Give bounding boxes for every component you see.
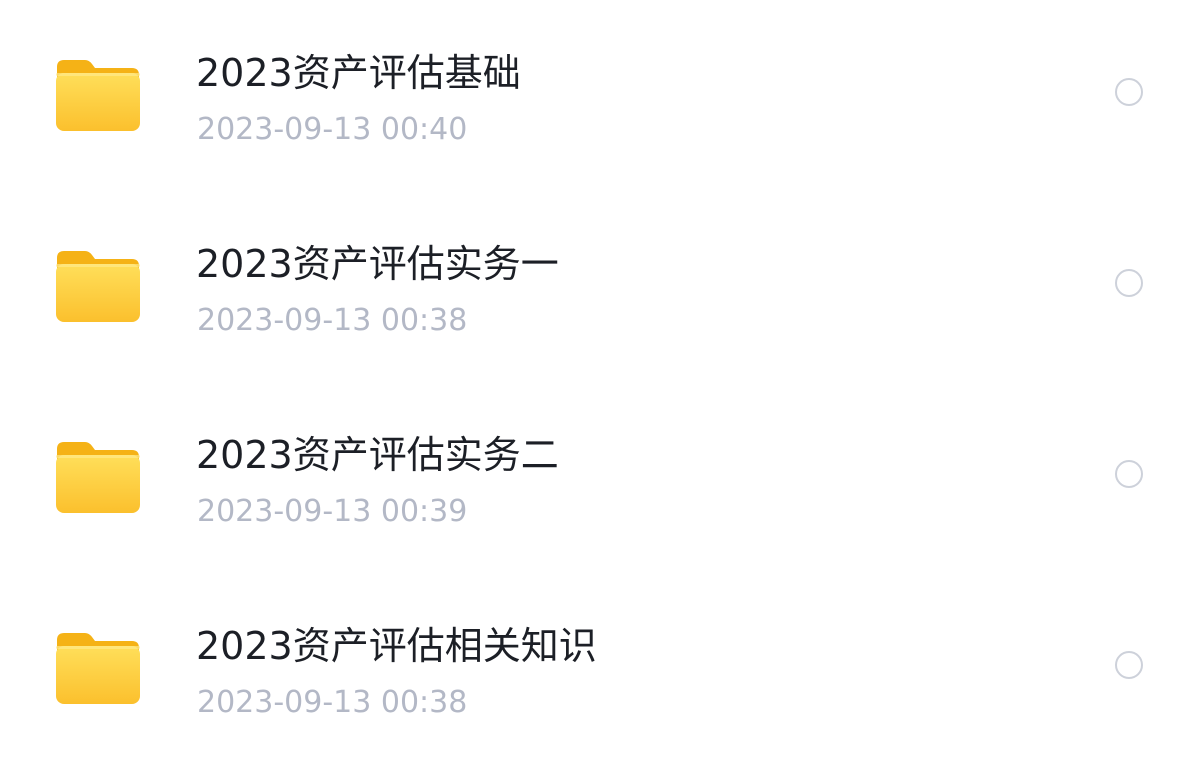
list-item[interactable]: 2023资产评估基础 2023-09-13 00:40	[0, 0, 1192, 190]
select-radio[interactable]	[1115, 460, 1143, 488]
folder-name: 2023资产评估实务二	[196, 433, 559, 477]
modified-date: 2023-09-13 00:38	[197, 303, 468, 338]
list-item[interactable]: 2023资产评估实务一 2023-09-13 00:38	[0, 191, 1192, 381]
modified-date: 2023-09-13 00:38	[197, 685, 468, 720]
select-radio[interactable]	[1115, 269, 1143, 297]
list-item[interactable]: 2023资产评估相关知识 2023-09-13 00:38	[0, 573, 1192, 763]
folder-icon	[55, 630, 141, 706]
folder-icon	[55, 57, 141, 133]
select-radio[interactable]	[1115, 651, 1143, 679]
folder-name: 2023资产评估基础	[196, 51, 521, 95]
folder-icon	[55, 439, 141, 515]
modified-date: 2023-09-13 00:40	[197, 112, 468, 147]
folder-name: 2023资产评估实务一	[196, 242, 559, 286]
select-radio[interactable]	[1115, 78, 1143, 106]
modified-date: 2023-09-13 00:39	[197, 494, 468, 529]
list-item[interactable]: 2023资产评估实务二 2023-09-13 00:39	[0, 382, 1192, 572]
folder-name: 2023资产评估相关知识	[196, 624, 597, 668]
file-list: 2023资产评估基础 2023-09-13 00:40 2023资产评估实务一 …	[0, 0, 1192, 744]
folder-icon	[55, 248, 141, 324]
